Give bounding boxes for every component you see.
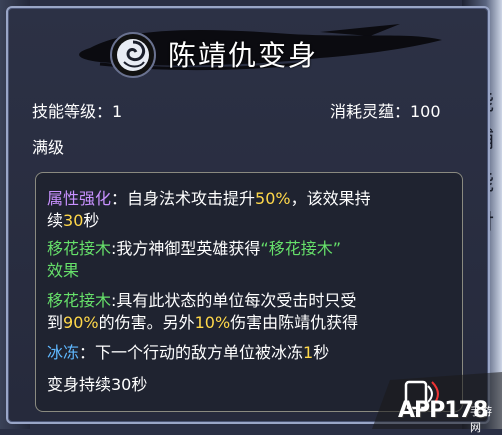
effect-text: 的伤害。另外: [98, 313, 195, 332]
effect-name: 属性强化: [47, 189, 112, 208]
max-level-label: 满级: [32, 138, 65, 157]
skill-cost: 消耗灵蕴：100: [330, 102, 441, 121]
effect-freeze: 冰冻：下一个行动的敌方单位被冰冻1秒: [47, 342, 457, 364]
effect-value: 50%: [255, 189, 291, 208]
watermark-subtext: 手游网: [470, 405, 492, 434]
swirl-emblem-icon: [110, 32, 156, 78]
effect-text: 伤害由陈靖仇获得: [230, 313, 359, 332]
effect-value: 30: [63, 211, 84, 230]
effect-text: 秒: [313, 343, 330, 362]
effect-text: :我方神御型英雄获得: [111, 239, 261, 258]
effect-name: 移花接木: [47, 291, 112, 310]
effect-text: ，该效果持: [290, 189, 371, 208]
skill-level: 技能等级：1: [32, 102, 123, 121]
effect-text: 到: [47, 313, 64, 332]
effect-text: ：下一个行动的敌方单位被冰冻: [79, 343, 304, 362]
effect-text: :具有此状态的单位每次受击时只受: [111, 291, 357, 310]
effect-value: 90%: [63, 313, 99, 332]
effect-attribute-boost: 属性强化：自身法术攻击提升50%，该效果持 续30秒: [47, 188, 457, 232]
effect-text: ：自身法术攻击提升: [111, 189, 256, 208]
effect-text: 秒: [83, 211, 100, 230]
effect-name: 移花接木: [47, 239, 112, 258]
effect-transfer-damage: 移花接木:具有此状态的单位每次受击时只受 到90%的伤害。另外10%伤害由陈靖仇…: [47, 290, 457, 334]
effect-value: 10%: [194, 313, 231, 332]
effect-text: 效果: [47, 261, 80, 280]
effect-transfer-grant: 移花接木:我方神御型英雄获得“移花接木” 效果: [47, 238, 457, 282]
effect-text: 续: [47, 211, 64, 230]
effect-highlight: “移花接木”: [260, 239, 342, 258]
effect-name: 冰冻: [47, 343, 80, 362]
effect-value: 1: [303, 343, 314, 362]
skill-title: 陈靖仇变身: [168, 39, 319, 72]
